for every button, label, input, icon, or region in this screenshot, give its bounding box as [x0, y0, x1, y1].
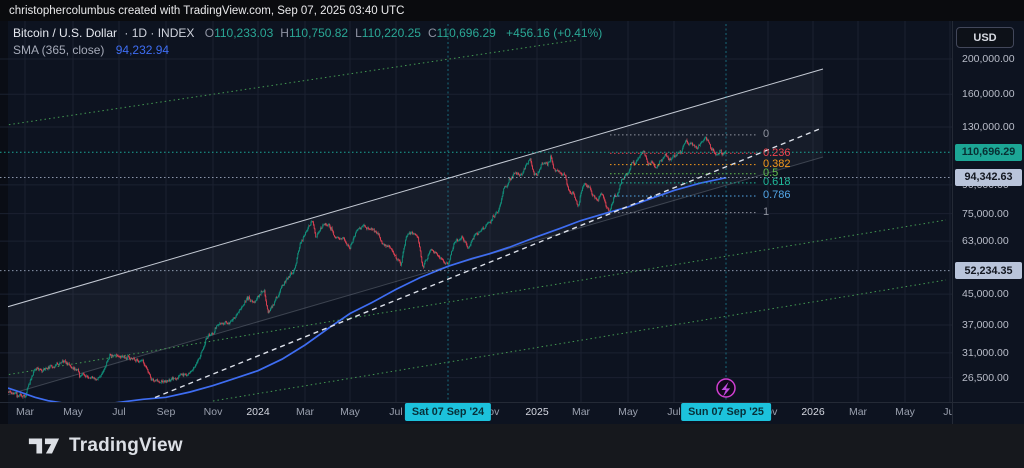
tradingview-chart-window: christophercolumbus created with Trading… [0, 0, 1024, 468]
tradingview-logo[interactable] [27, 433, 61, 459]
fib-level-label: 1 [763, 206, 770, 219]
ohlc-value: 110,696.29 [436, 26, 496, 40]
price-level-badge: 52,234.35 [955, 262, 1022, 280]
sma-value: 94,232.94 [115, 43, 170, 57]
ohlc-key: O [204, 26, 215, 40]
last-price-badge: 110,696.29 [955, 143, 1022, 161]
ohlc-value: 110,220.25 [361, 26, 421, 40]
fib-level-label: 0 [763, 128, 770, 141]
fib-level-label: 0.236 [763, 146, 791, 159]
symbol-name[interactable]: Bitcoin / U.S. Dollar [13, 26, 117, 40]
brand-name[interactable]: TradingView [69, 435, 183, 457]
price-level-badge: 94,342.63 [955, 168, 1022, 186]
attribution-bar: christophercolumbus created with Trading… [0, 0, 1024, 21]
ohlc-key: C [427, 26, 437, 40]
date-badge: Sat 07 Sep '24 [404, 402, 492, 421]
symbol-legend[interactable]: Bitcoin / U.S. Dollar · 1D · INDEX O110,… [13, 26, 602, 40]
price-tick-label: 200,000.00 [962, 53, 1015, 66]
sma-legend[interactable]: SMA (365, close) 94,232.94 [13, 43, 169, 57]
time-tick-label: Jul [943, 406, 952, 418]
fib-level-label: 0.618 [763, 176, 791, 189]
time-axis[interactable]: MarMayJulSepNov2024MarMayJulNov2025MarMa… [0, 0, 952, 468]
ohlc-key: H [280, 26, 289, 40]
change-value: +456.16 (+0.41%) [506, 26, 603, 40]
price-tick-label: 26,500.00 [962, 371, 1009, 384]
date-badge: Sun 07 Sep '25 [681, 402, 771, 421]
ohlc-key: L [355, 26, 362, 40]
attribution-text: christophercolumbus created with Trading… [9, 4, 405, 17]
ohlc-value: 110,233.03 [214, 26, 274, 40]
price-tick-label: 130,000.00 [962, 120, 1015, 133]
footer-bar: TradingView [0, 424, 1024, 468]
sma-label[interactable]: SMA (365, close) [13, 43, 104, 57]
price-tick-label: 160,000.00 [962, 88, 1015, 101]
fib-level-label: 0.786 [763, 189, 791, 202]
ohlc-values: O110,233.03 H110,750.82 L110,220.25 C110,69… [198, 26, 496, 40]
price-tick-label: 45,000.00 [962, 288, 1009, 301]
symbol-meta[interactable]: · 1D · INDEX [124, 26, 194, 40]
currency-toggle-button[interactable]: USD [956, 27, 1014, 48]
price-tick-label: 37,000.00 [962, 319, 1009, 332]
ohlc-value: 110,750.82 [288, 26, 349, 40]
price-tick-label: 31,000.00 [962, 346, 1009, 359]
price-tick-label: 63,000.00 [962, 235, 1009, 248]
price-tick-label: 75,000.00 [962, 207, 1009, 220]
